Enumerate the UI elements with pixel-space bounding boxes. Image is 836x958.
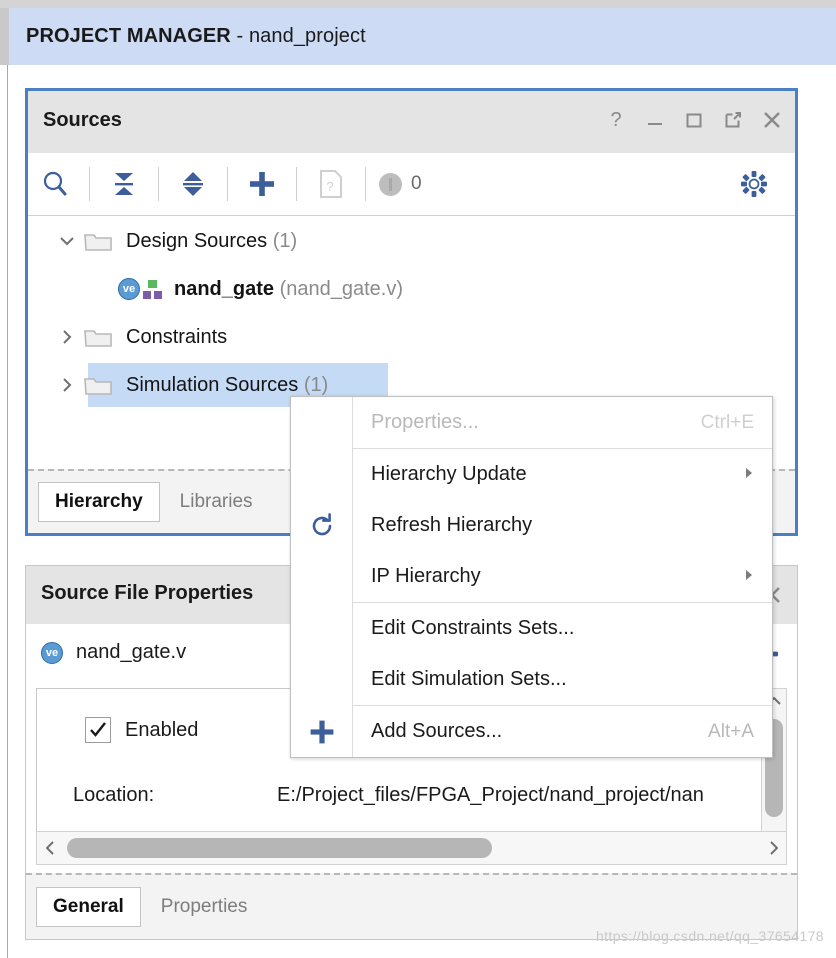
help-icon[interactable]: ?	[603, 105, 629, 135]
watermark: https://blog.csdn.net/qq_37654178	[595, 928, 824, 944]
context-menu: Properties... Ctrl+E Hierarchy Update Re…	[290, 396, 773, 758]
maximize-icon[interactable]	[681, 105, 707, 135]
source-file-properties-title: Source File Properties	[41, 582, 254, 604]
page-title-project: nand_project	[248, 25, 366, 47]
warning-count-label: 0	[411, 173, 422, 194]
page-title: PROJECT MANAGER - nand_project	[26, 25, 366, 48]
tab-general[interactable]: General	[36, 887, 141, 927]
page-title-separator: -	[230, 25, 249, 47]
report-icon[interactable]: ?	[304, 153, 358, 215]
project-manager-window: PROJECT MANAGER - nand_project Sources ?	[0, 0, 836, 958]
context-menu-items: Properties... Ctrl+E Hierarchy Update Re…	[291, 397, 772, 757]
refresh-icon	[291, 512, 353, 540]
window-top-strip	[0, 0, 836, 8]
menu-item-label: Refresh Hierarchy	[371, 514, 533, 536]
folder-icon	[84, 230, 112, 252]
tab-hierarchy[interactable]: Hierarchy	[38, 482, 160, 522]
menu-item-hierarchy-update[interactable]: Hierarchy Update	[291, 449, 772, 500]
location-label: Location:	[73, 784, 155, 806]
submenu-arrow-icon	[745, 569, 754, 584]
sources-titlebar: Sources ?	[28, 91, 795, 153]
collapse-all-icon[interactable]	[97, 153, 151, 215]
scroll-left-icon[interactable]	[37, 832, 63, 864]
menu-item-edit-constraints-sets[interactable]: Edit Constraints Sets...	[291, 603, 772, 654]
menu-item-shortcut: Alt+A	[708, 720, 754, 742]
left-rail	[0, 8, 8, 958]
horizontal-scroll-thumb[interactable]	[67, 838, 492, 858]
tree-item-constraints[interactable]: Constraints	[28, 313, 795, 361]
toolbar-separator	[89, 167, 90, 201]
tree-item-design-sources[interactable]: Design Sources (1)	[28, 217, 795, 265]
tree-item-label: Design Sources	[126, 229, 268, 252]
folder-icon	[84, 326, 112, 348]
menu-item-properties[interactable]: Properties... Ctrl+E	[291, 397, 772, 448]
module-hierarchy-icon	[143, 279, 162, 299]
folder-icon	[84, 374, 112, 396]
tree-leaf-filename: (nand_gate.v)	[279, 277, 404, 300]
svg-text:?: ?	[610, 109, 621, 131]
warning-count-indicator[interactable]: 0	[379, 172, 422, 196]
chevron-right-icon[interactable]	[56, 378, 78, 392]
sources-window-buttons: ?	[603, 105, 785, 135]
verilog-file-icon: ve	[41, 641, 63, 664]
enabled-row[interactable]: Enabled	[85, 717, 198, 743]
left-rail-header-block	[0, 8, 9, 65]
tree-leaf-label: nand_gate	[174, 277, 275, 300]
enabled-checkbox[interactable]	[85, 717, 111, 743]
plus-icon	[291, 718, 353, 746]
tab-libraries[interactable]: Libraries	[164, 483, 269, 521]
warning-icon	[379, 172, 402, 196]
menu-item-add-sources[interactable]: Add Sources... Alt+A	[291, 706, 772, 757]
submenu-arrow-icon	[745, 467, 754, 482]
source-file-name: nand_gate.v	[76, 641, 187, 663]
properties-horizontal-scrollbar[interactable]	[36, 831, 787, 865]
search-icon[interactable]	[28, 153, 82, 215]
enabled-label: Enabled	[125, 718, 199, 741]
menu-item-label: Edit Simulation Sets...	[371, 668, 567, 690]
toolbar-separator	[158, 167, 159, 201]
tree-item-count: (1)	[303, 373, 329, 396]
tree-item-nand-gate[interactable]: ve nand_gate (nand_gate.v)	[28, 265, 795, 313]
gear-icon[interactable]	[727, 153, 781, 215]
close-icon[interactable]	[759, 105, 785, 135]
menu-item-shortcut: Ctrl+E	[700, 411, 754, 433]
page-title-app: PROJECT MANAGER	[26, 25, 231, 47]
add-sources-icon[interactable]	[235, 153, 289, 215]
chevron-down-icon[interactable]	[56, 236, 78, 246]
minimize-icon[interactable]	[642, 105, 668, 135]
menu-item-label: Edit Constraints Sets...	[371, 617, 575, 639]
tab-properties[interactable]: Properties	[145, 888, 264, 926]
menu-item-label: Properties...	[371, 411, 479, 433]
verilog-file-icon: ve	[118, 278, 140, 300]
toolbar-separator	[296, 167, 297, 201]
toolbar-separator	[227, 167, 228, 201]
tree-item-count: (1)	[272, 229, 298, 252]
tree-item-label: Constraints	[126, 325, 228, 348]
sources-toolbar: ? 0	[28, 153, 795, 216]
expand-all-icon[interactable]	[166, 153, 220, 215]
scroll-right-icon[interactable]	[760, 832, 786, 864]
toolbar-separator	[365, 167, 366, 201]
svg-text:?: ?	[326, 179, 333, 194]
menu-item-ip-hierarchy[interactable]: IP Hierarchy	[291, 551, 772, 602]
menu-item-label: Add Sources...	[371, 720, 503, 742]
menu-item-edit-simulation-sets[interactable]: Edit Simulation Sets...	[291, 654, 772, 705]
project-manager-header: PROJECT MANAGER - nand_project	[9, 8, 836, 65]
menu-item-label: IP Hierarchy	[371, 565, 481, 587]
location-value: E:/Project_files/FPGA_Project/nand_proje…	[277, 784, 704, 806]
chevron-right-icon[interactable]	[56, 330, 78, 344]
menu-item-refresh-hierarchy[interactable]: Refresh Hierarchy	[291, 500, 772, 551]
sources-panel-title: Sources	[43, 109, 122, 131]
menu-item-label: Hierarchy Update	[371, 463, 527, 485]
float-window-icon[interactable]	[720, 105, 746, 135]
tree-item-label: Simulation Sources	[126, 373, 299, 396]
